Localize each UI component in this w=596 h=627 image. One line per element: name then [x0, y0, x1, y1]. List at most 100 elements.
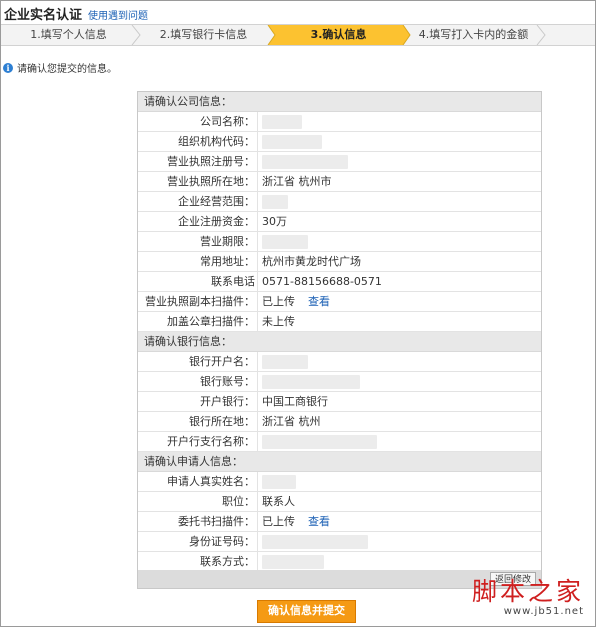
row-label: 银行账号： [138, 372, 258, 391]
redacted-value [262, 114, 302, 129]
id-number-row: 身份证号码： [138, 532, 541, 552]
business-scope-row: 企业经营范围： [138, 192, 541, 212]
row-value: 杭州市黄龙时代广场 [262, 255, 361, 268]
address-row: 常用地址： 杭州市黄龙时代广场 [138, 252, 541, 272]
step-2: 2.填写银行卡信息 [136, 25, 278, 45]
step-4-label: 4.填写打入卡内的金额 [418, 28, 529, 41]
row-value [258, 152, 348, 171]
license-number-row: 营业执照注册号： [138, 152, 541, 172]
redacted-value [262, 154, 348, 169]
account-name-row: 银行开户名： [138, 352, 541, 372]
row-value [258, 472, 296, 491]
row-value: 中国工商银行 [262, 395, 328, 408]
row-label: 联系方式： [138, 552, 258, 571]
row-value [258, 112, 302, 131]
row-value [258, 232, 308, 251]
upload-status: 已上传 [262, 295, 295, 308]
confirm-submit-button[interactable]: 确认信息并提交 [257, 600, 356, 623]
authorization-scan-row: 委托书扫描件： 已上传 查看 [138, 512, 541, 532]
redacted-value [262, 474, 296, 489]
chevron-right-icon [131, 25, 141, 45]
registered-capital-row: 企业注册资金： 30万 [138, 212, 541, 232]
redacted-value [262, 534, 368, 549]
company-section-title: 请确认公司信息： [138, 92, 541, 112]
row-value: 0571-88156688-0571 [262, 275, 382, 288]
license-location-row: 营业执照所在地： 浙江省 杭州市 [138, 172, 541, 192]
step-1: 1.填写个人信息 [1, 25, 141, 45]
row-label: 银行所在地： [138, 412, 258, 431]
chevron-right-icon [536, 25, 546, 45]
row-value [258, 532, 368, 551]
step-3-label: 3.确认信息 [310, 28, 367, 41]
row-value: 联系人 [262, 495, 295, 508]
row-label: 职位： [138, 492, 258, 511]
page-title: 企业实名认证 [4, 8, 83, 23]
confirm-panel: 请确认公司信息： 公司名称： 组织机构代码： 营业执照注册号： 营业执照所在地：… [137, 91, 542, 589]
row-value: 未上传 [262, 315, 295, 328]
row-label: 营业执照所在地： [138, 172, 258, 191]
bank-location-row: 银行所在地： 浙江省 杭州 [138, 412, 541, 432]
row-label: 开户行支行名称： [138, 432, 258, 451]
license-scan-row: 营业执照副本扫描件： 已上传 查看 [138, 292, 541, 312]
row-label: 公司名称： [138, 112, 258, 131]
page-header: 企业实名认证 使用遇到问题 [4, 4, 148, 23]
upload-status: 已上传 [262, 515, 295, 528]
row-label: 身份证号码： [138, 532, 258, 551]
row-value [258, 372, 360, 391]
position-row: 职位： 联系人 [138, 492, 541, 512]
row-value: 已上传 查看 [258, 512, 330, 531]
view-authorization-link[interactable]: 查看 [308, 512, 330, 531]
row-label: 营业执照注册号： [138, 152, 258, 171]
account-number-row: 银行账号： [138, 372, 541, 392]
step-1-label: 1.填写个人信息 [30, 28, 107, 41]
row-label: 申请人真实姓名： [138, 472, 258, 491]
bank-name-row: 开户银行： 中国工商银行 [138, 392, 541, 412]
chevron-right-icon [399, 25, 413, 45]
row-value [258, 432, 377, 451]
row-label: 企业注册资金： [138, 212, 258, 231]
step-3-active: 3.确认信息 [271, 25, 413, 45]
redacted-value [262, 354, 308, 369]
redacted-value [262, 234, 308, 249]
row-label: 常用地址： [138, 252, 258, 271]
row-label: 开户银行： [138, 392, 258, 411]
row-label: 委托书扫描件： [138, 512, 258, 531]
row-label: 组织机构代码： [138, 132, 258, 151]
notice-text: 请确认您提交的信息。 [17, 64, 117, 75]
row-value [258, 552, 324, 571]
redacted-value [262, 434, 377, 449]
watermark-url: www.jb51.net [503, 606, 584, 617]
row-label: 联系电话 [138, 272, 258, 291]
watermark-logo: 脚本之家 [471, 577, 584, 606]
info-icon: i [3, 62, 13, 73]
row-label: 银行开户名： [138, 352, 258, 371]
business-term-row: 营业期限： [138, 232, 541, 252]
row-label: 营业期限： [138, 232, 258, 251]
step-2-label: 2.填写银行卡信息 [159, 28, 248, 41]
step-5 [541, 25, 595, 45]
redacted-value [262, 374, 360, 389]
org-code-row: 组织机构代码： [138, 132, 541, 152]
chevron-right-icon [264, 25, 278, 45]
row-value: 30万 [262, 215, 287, 228]
company-name-row: 公司名称： [138, 112, 541, 132]
progress-steps: 1.填写个人信息 2.填写银行卡信息 3.确认信息 4.填写打入卡内的金额 [1, 24, 595, 46]
row-value: 浙江省 杭州 [262, 415, 321, 428]
redacted-value [262, 554, 324, 569]
notice: i 请确认您提交的信息。 [3, 60, 117, 75]
help-link[interactable]: 使用遇到问题 [88, 7, 148, 22]
applicant-name-row: 申请人真实姓名： [138, 472, 541, 492]
view-license-link[interactable]: 查看 [308, 292, 330, 311]
branch-name-row: 开户行支行名称： [138, 432, 541, 452]
row-label: 企业经营范围： [138, 192, 258, 211]
row-label: 营业执照副本扫描件： [138, 292, 258, 311]
step-4: 4.填写打入卡内的金额 [406, 25, 546, 45]
row-value: 浙江省 杭州市 [262, 175, 332, 188]
contact-row: 联系方式： [138, 552, 541, 572]
seal-scan-row: 加盖公章扫描件： 未上传 [138, 312, 541, 332]
row-label: 加盖公章扫描件： [138, 312, 258, 331]
phone-row: 联系电话 0571-88156688-0571 [138, 272, 541, 292]
site-watermark: 脚本之家 www.jb51.net [471, 577, 584, 618]
row-value [258, 132, 322, 151]
row-value [258, 352, 308, 371]
